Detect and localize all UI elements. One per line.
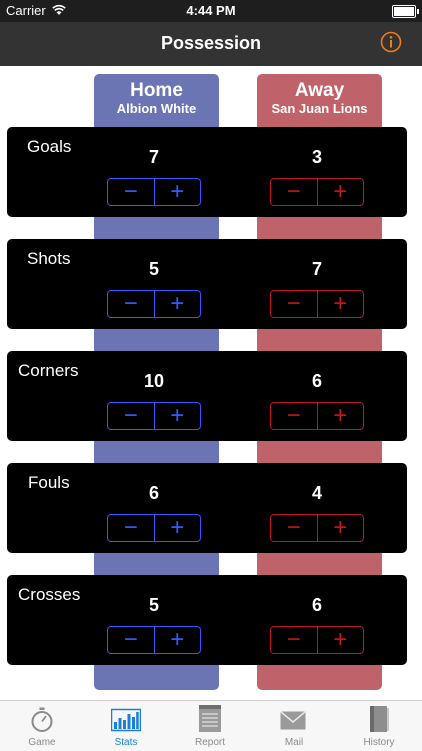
tab-game[interactable]: Game [0, 701, 84, 751]
status-bar: Carrier 4:44 PM [0, 0, 422, 22]
stat-label: Fouls [28, 473, 70, 492]
home-increment-button[interactable]: + [153, 291, 201, 317]
tab-history[interactable]: History [336, 701, 422, 751]
stat-label: Corners [18, 361, 79, 380]
stat-label: Goals [27, 137, 72, 156]
home-value: 6 [148, 483, 159, 503]
tab-report[interactable]: Report [168, 701, 252, 751]
tab-label: Mail [284, 737, 304, 748]
home-decrement-button[interactable]: − [108, 403, 154, 429]
status-time: 4:44 PM [186, 3, 236, 18]
navigation-bar: Possession [0, 22, 422, 66]
tab-stats[interactable]: Stats [84, 701, 168, 751]
page-title: Possession [160, 33, 262, 53]
notepad-icon [199, 705, 221, 732]
home-decrement-button[interactable]: − [108, 179, 154, 205]
away-stepper: − + [270, 290, 364, 318]
stat-row-crosses: Crosses 5 6 − + − + [7, 575, 407, 665]
away-decrement-button[interactable]: − [271, 515, 317, 541]
tab-label: Report [194, 737, 225, 748]
home-stepper: − + [107, 402, 201, 430]
home-stepper: − + [107, 178, 201, 206]
battery-icon [392, 5, 419, 18]
stat-label: Shots [27, 249, 71, 268]
away-increment-button[interactable]: + [316, 403, 364, 429]
away-increment-button[interactable]: + [316, 515, 364, 541]
tab-label: Stats [114, 737, 138, 748]
away-value: 3 [311, 147, 322, 167]
away-value: 7 [311, 259, 322, 279]
home-increment-button[interactable]: + [153, 515, 201, 541]
away-increment-button[interactable]: + [316, 291, 364, 317]
info-icon[interactable] [380, 31, 402, 53]
home-decrement-button[interactable]: − [108, 627, 154, 653]
tab-label: History [363, 737, 395, 748]
tab-mail[interactable]: Mail [252, 701, 336, 751]
away-team-name: San Juan Lions [271, 101, 368, 116]
away-value: 6 [311, 595, 322, 615]
stat-row-fouls: Fouls 6 4 − + − + [7, 463, 407, 553]
envelope-icon [280, 711, 306, 730]
home-value: 5 [148, 259, 159, 279]
bar-chart-icon [111, 708, 141, 732]
stat-row-shots: Shots 5 7 − + − + [7, 239, 407, 329]
tab-bar: Game Stats Report Mail History [0, 700, 422, 751]
home-increment-button[interactable]: + [153, 179, 201, 205]
stopwatch-icon [31, 707, 53, 732]
away-stepper: − + [270, 178, 364, 206]
away-increment-button[interactable]: + [316, 179, 364, 205]
home-stepper: − + [107, 514, 201, 542]
away-stepper: − + [270, 514, 364, 542]
away-value: 4 [311, 483, 322, 503]
home-value: 10 [143, 371, 165, 391]
away-label: Away [294, 80, 345, 101]
stat-row-corners: Corners 10 6 − + − + [7, 351, 407, 441]
home-stepper: − + [107, 626, 201, 654]
home-increment-button[interactable]: + [153, 403, 201, 429]
away-decrement-button[interactable]: − [271, 291, 317, 317]
stat-row-goals: Goals 7 3 − + − + [7, 127, 407, 217]
stat-label: Crosses [18, 585, 81, 604]
home-stepper: − + [107, 290, 201, 318]
home-value: 7 [148, 147, 159, 167]
away-stepper: − + [270, 626, 364, 654]
home-value: 5 [148, 595, 159, 615]
away-value: 6 [311, 371, 322, 391]
home-increment-button[interactable]: + [153, 627, 201, 653]
away-decrement-button[interactable]: − [271, 179, 317, 205]
home-label: Home [130, 80, 183, 101]
home-team-name: Albion White [116, 101, 197, 116]
away-decrement-button[interactable]: − [271, 627, 317, 653]
home-decrement-button[interactable]: − [108, 515, 154, 541]
home-decrement-button[interactable]: − [108, 291, 154, 317]
book-icon [370, 706, 389, 732]
away-decrement-button[interactable]: − [271, 403, 317, 429]
tab-label: Game [28, 737, 56, 748]
away-stepper: − + [270, 402, 364, 430]
away-increment-button[interactable]: + [316, 627, 364, 653]
